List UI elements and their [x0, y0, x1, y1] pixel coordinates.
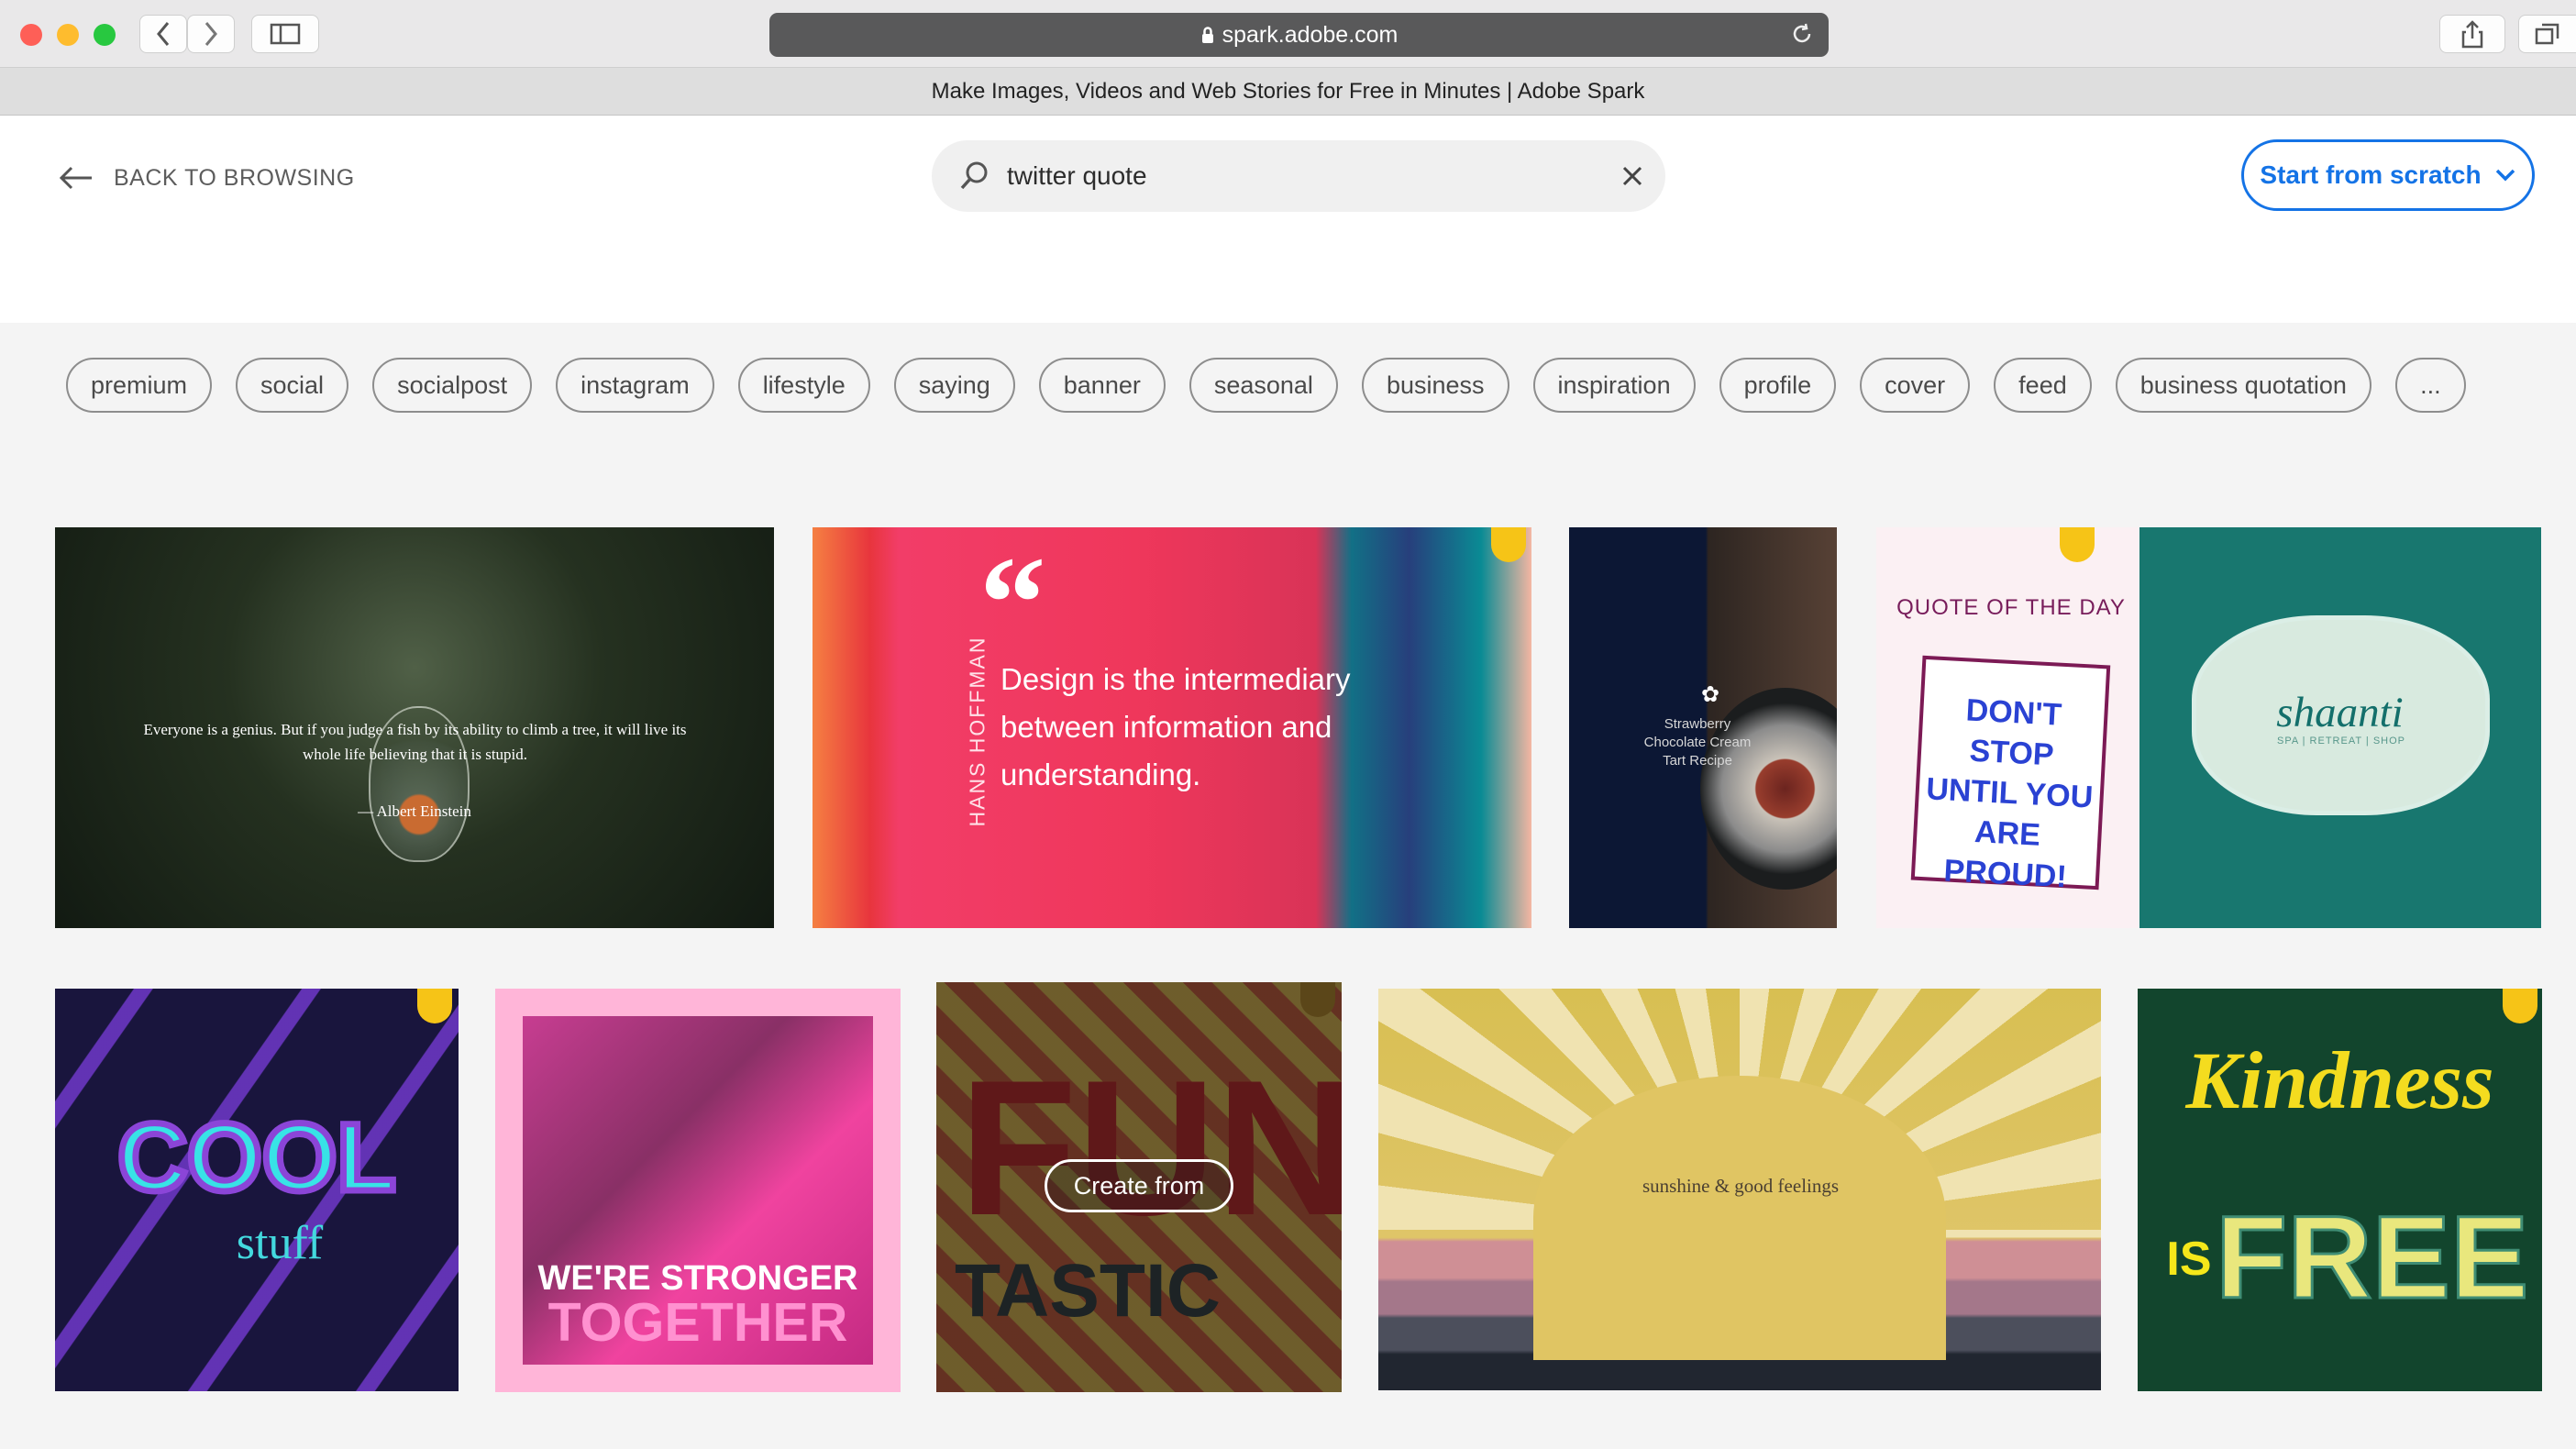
template-card-shaanti[interactable]: shaanti SPA | RETREAT | SHOP: [2139, 527, 2541, 928]
sunshine-text: sunshine & good feelings: [1642, 1175, 1840, 1197]
start-from-scratch-button[interactable]: Start from scratch: [2241, 139, 2535, 211]
tag-inspiration[interactable]: inspiration: [1532, 358, 1696, 413]
tag-cover[interactable]: cover: [1860, 358, 1971, 413]
sidebar-toggle-button[interactable]: [251, 15, 319, 53]
fun-text: FUN: [959, 1040, 1342, 1255]
tag-feed[interactable]: feed: [1994, 358, 2092, 413]
einstein-quote: Everyone is a genius. But if you judge a…: [143, 721, 687, 763]
search-box[interactable]: [932, 140, 1665, 212]
stuff-text: stuff: [236, 1217, 324, 1269]
premium-badge: [1300, 982, 1335, 1017]
premium-badge: [417, 989, 452, 1023]
share-icon: [2461, 19, 2483, 48]
shaanti-logo: shaanti: [2276, 689, 2404, 736]
more-tags-button[interactable]: ...: [2394, 358, 2466, 413]
lock-icon: [1201, 26, 1213, 43]
address-bar[interactable]: spark.adobe.com: [769, 13, 1829, 57]
design-quote: Design is the intermediary between infor…: [1001, 662, 1351, 791]
tag-social[interactable]: social: [236, 358, 349, 413]
start-button-label: Start from scratch: [2260, 160, 2482, 189]
quote-day-text: DON'T STOP UNTIL YOU ARE PROUD!: [1910, 655, 2111, 894]
tabs-icon: [2535, 23, 2559, 45]
tag-banner[interactable]: banner: [1038, 358, 1166, 413]
minimize-window-button[interactable]: [57, 24, 79, 46]
reload-icon[interactable]: [1791, 23, 1814, 46]
chevron-right-icon: [205, 22, 217, 46]
sun-shape: [1533, 1076, 1946, 1360]
share-button[interactable]: [2439, 15, 2505, 53]
tag-saying[interactable]: saying: [893, 358, 1015, 413]
tag-premium[interactable]: premium: [66, 358, 213, 413]
template-card-kindness[interactable]: Kindness IS FREE: [2138, 989, 2542, 1391]
tag-socialpost[interactable]: socialpost: [372, 358, 533, 413]
recipe-title: Strawberry Chocolate Cream Tart Recipe: [1643, 716, 1752, 769]
quote-day-title: QUOTE OF THE DAY: [1896, 595, 2126, 620]
shaanti-subtitle: SPA | RETREAT | SHOP: [2276, 736, 2406, 747]
browser-forward-button[interactable]: [187, 15, 235, 53]
template-card-cool-stuff[interactable]: COOL stuff: [55, 989, 459, 1391]
template-card-sunshine[interactable]: sunshine & good feelings: [1378, 989, 2101, 1390]
clear-search-icon[interactable]: [1622, 166, 1642, 186]
tag-business[interactable]: business: [1361, 358, 1509, 413]
kindness-is-text: IS: [2166, 1233, 2212, 1286]
einstein-author: — Albert Einstein: [358, 802, 471, 820]
premium-badge: [2503, 989, 2537, 1023]
tag-seasonal[interactable]: seasonal: [1188, 358, 1338, 413]
search-icon: [960, 161, 988, 190]
template-card-recipe[interactable]: ✿ Strawberry Chocolate Cream Tart Recipe: [1569, 527, 1837, 928]
browser-back-button[interactable]: [139, 15, 187, 53]
cool-text: COOL: [115, 1101, 399, 1215]
kindness-free-text: FREE: [2215, 1191, 2530, 1325]
premium-badge: [2060, 527, 2095, 562]
arrow-left-icon: [59, 166, 92, 190]
tag-business-quotation[interactable]: business quotation: [2115, 358, 2371, 413]
close-window-button[interactable]: [20, 24, 42, 46]
sidebar-icon: [270, 23, 301, 45]
zoom-window-button[interactable]: [94, 24, 116, 46]
tag-list: premium social socialpost instagram life…: [66, 358, 2466, 413]
tag-instagram[interactable]: instagram: [556, 358, 714, 413]
new-tab-button[interactable]: [2518, 15, 2576, 53]
flower-icon: ✿: [1701, 682, 1720, 707]
back-label: BACK TO BROWSING: [114, 164, 355, 191]
tastic-text: TASTIC: [955, 1249, 1222, 1333]
browser-tab[interactable]: Make Images, Videos and Web Stories for …: [0, 68, 2576, 116]
chevron-down-icon: [2495, 169, 2515, 182]
template-card-einstein[interactable]: Everyone is a genius. But if you judge a…: [55, 527, 774, 928]
tab-title: Make Images, Videos and Web Stories for …: [931, 78, 1645, 104]
template-card-quote-of-day[interactable]: QUOTE OF THE DAY DON'T STOP UNTIL YOU AR…: [1876, 527, 2144, 928]
back-to-browsing-link[interactable]: BACK TO BROWSING: [57, 164, 355, 192]
tag-profile[interactable]: profile: [1719, 358, 1837, 413]
kindness-text: Kindness: [2185, 1036, 2494, 1126]
template-card-stronger-together[interactable]: WE'RE STRONGER TOGETHER: [495, 989, 901, 1392]
premium-badge: [1491, 527, 1526, 562]
stronger-line-2: TOGETHER: [547, 1292, 848, 1353]
chevron-left-icon: [157, 22, 170, 46]
search-input[interactable]: [1007, 157, 1566, 195]
template-card-design-quote[interactable]: “ HANS HOFFMAN Design is the intermediar…: [813, 527, 1531, 928]
tag-lifestyle[interactable]: lifestyle: [737, 358, 870, 413]
page-header: BACK TO BROWSING Start from scratch: [0, 116, 2576, 323]
design-author: HANS HOFFMAN: [965, 636, 989, 827]
create-from-button[interactable]: Create from: [1045, 1159, 1233, 1212]
address-text: spark.adobe.com: [1222, 21, 1399, 48]
browser-toolbar: spark.adobe.com: [0, 0, 2576, 68]
